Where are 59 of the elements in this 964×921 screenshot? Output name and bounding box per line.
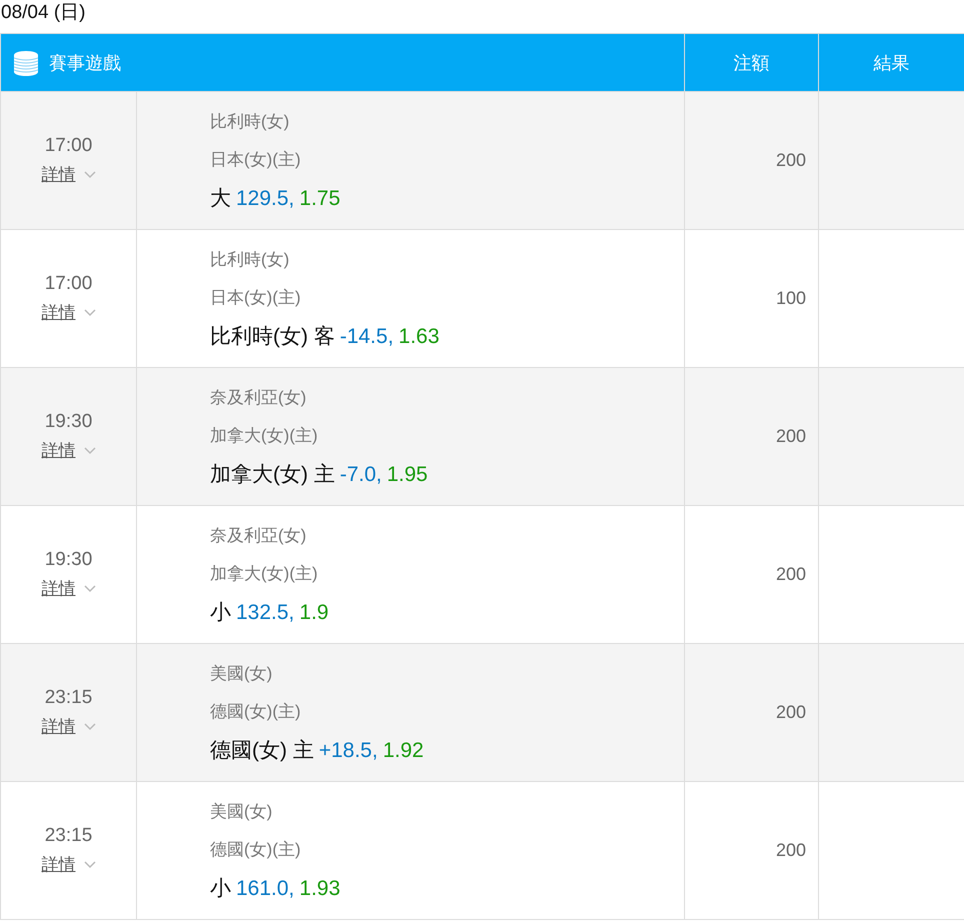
match-time: 23:15 — [44, 825, 94, 847]
stake-amount: 200 — [776, 702, 806, 722]
match-time: 19:30 — [44, 549, 94, 571]
team-name: 日本(女)(主) — [210, 286, 302, 308]
team-name: 加拿大(女)(主) — [210, 562, 319, 584]
chevron-down-icon — [84, 170, 96, 178]
bet-selection: 小 — [210, 876, 231, 902]
details-link[interactable]: 詳情 — [42, 163, 96, 186]
bet-odds: 1.75 — [299, 186, 340, 212]
team-name: 美國(女) — [210, 800, 274, 822]
chevron-down-icon — [84, 860, 96, 868]
bet-line: 132.5, — [236, 600, 294, 626]
stake-amount: 100 — [776, 288, 806, 308]
match-time: 19:30 — [44, 411, 94, 433]
column-header: 注額 — [684, 34, 818, 92]
bet-line: -14.5, — [340, 324, 394, 350]
team-name: 比利時(女) — [210, 248, 290, 270]
bet-odds: 1.95 — [386, 462, 428, 488]
bet-selection: 加拿大(女) 主 — [210, 462, 335, 488]
column-header: 賽事遊戲 — [49, 52, 121, 74]
bet-line: 161.0, — [236, 876, 294, 902]
bet-odds: 1.93 — [299, 876, 340, 902]
match-time: 23:15 — [44, 687, 94, 709]
team-name: 美國(女) — [210, 662, 274, 684]
bet-selection: 比利時(女) 客 — [210, 324, 335, 350]
bet-line: -7.0, — [340, 462, 382, 488]
team-name: 德國(女)(主) — [210, 700, 302, 722]
bet-line: +18.5, — [318, 738, 378, 764]
column-header: 結果 — [818, 34, 964, 92]
bet-odds: 1.63 — [398, 324, 440, 350]
bet-line: 129.5, — [236, 186, 294, 212]
team-name: 德國(女)(主) — [210, 838, 302, 860]
bet-selection: 德國(女) 主 — [210, 738, 314, 764]
stake-amount: 200 — [776, 564, 806, 584]
chevron-down-icon — [84, 446, 96, 454]
match-time: 17:00 — [44, 135, 94, 157]
chevron-down-icon — [84, 308, 96, 316]
details-link[interactable]: 詳情 — [42, 439, 96, 462]
stake-amount: 200 — [776, 840, 806, 860]
team-name: 奈及利亞(女) — [210, 524, 308, 546]
details-link[interactable]: 詳情 — [42, 715, 96, 738]
bet-selection: 小 — [210, 600, 231, 626]
team-name: 比利時(女) — [210, 110, 290, 132]
match-time: 17:00 — [44, 273, 94, 295]
coin-stack-icon — [13, 50, 39, 76]
date-heading: 08/04 (日) — [0, 1, 86, 25]
team-name: 日本(女)(主) — [210, 148, 302, 170]
team-name: 加拿大(女)(主) — [210, 424, 319, 446]
stake-amount: 200 — [776, 426, 806, 446]
details-link[interactable]: 詳情 — [42, 577, 96, 600]
bet-odds: 1.9 — [299, 600, 329, 626]
chevron-down-icon — [84, 584, 96, 592]
details-link[interactable]: 詳情 — [42, 301, 96, 324]
team-name: 奈及利亞(女) — [210, 386, 308, 408]
bet-odds: 1.92 — [382, 738, 424, 764]
bet-selection: 大 — [210, 186, 231, 212]
stake-amount: 200 — [776, 150, 806, 170]
chevron-down-icon — [84, 722, 96, 730]
details-link[interactable]: 詳情 — [42, 853, 96, 876]
